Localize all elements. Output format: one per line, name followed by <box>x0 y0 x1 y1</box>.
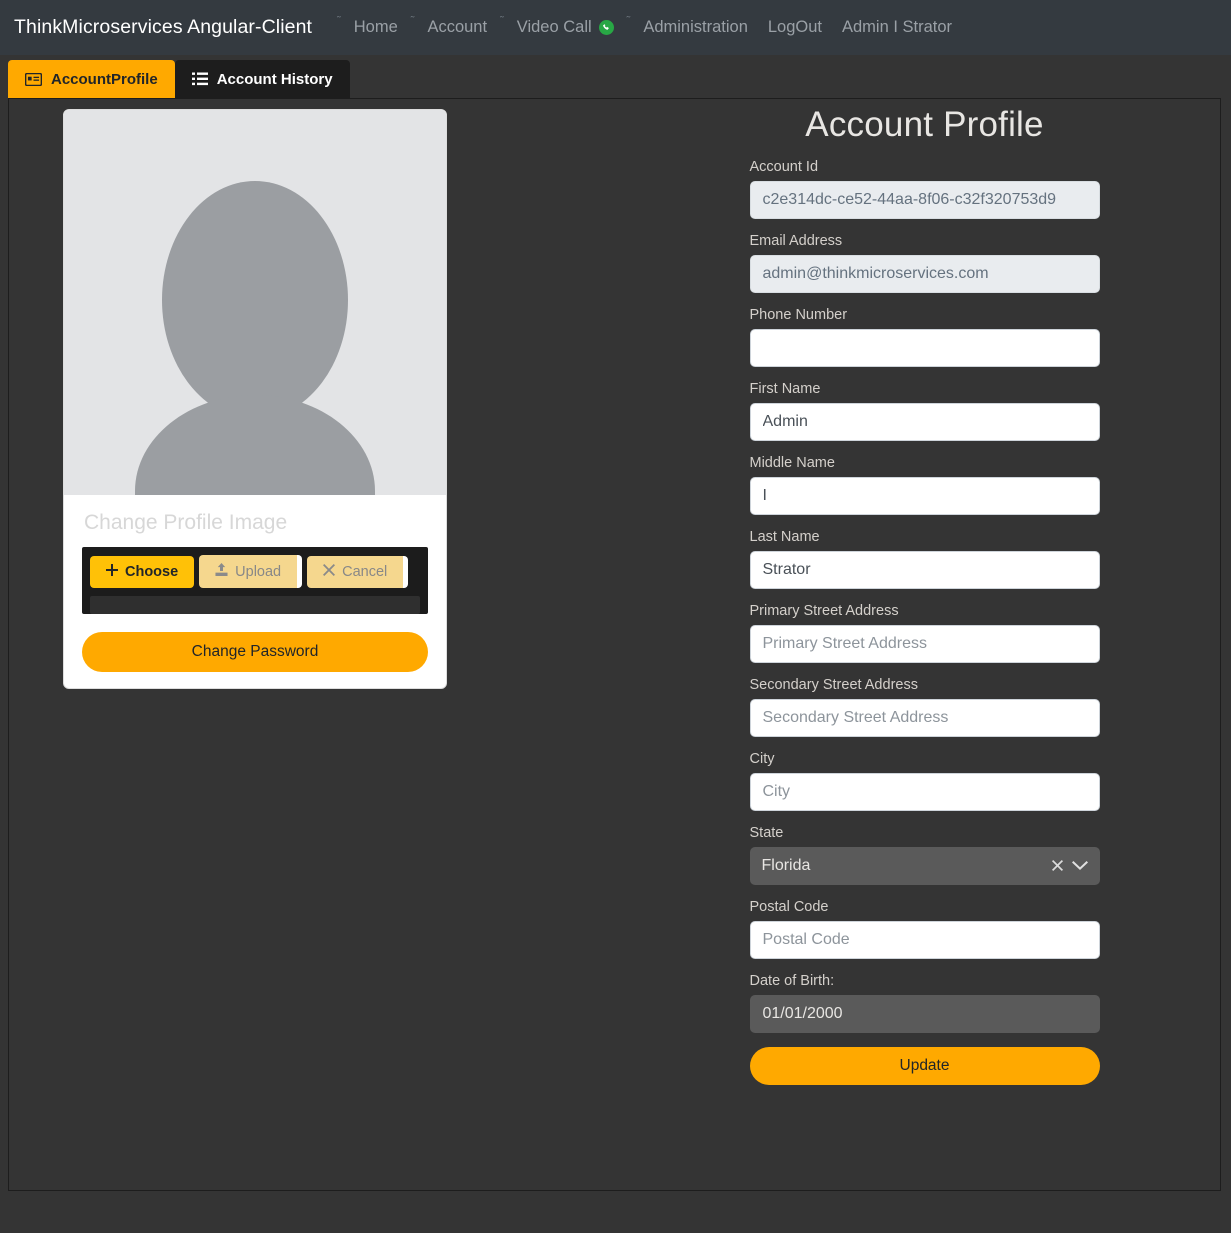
field-label: Date of Birth: <box>750 973 1100 989</box>
field-label: Account Id <box>750 159 1100 175</box>
field-secondary-street-address: Secondary Street Address <box>750 677 1100 737</box>
field-label: Secondary Street Address <box>750 677 1100 693</box>
chevron-down-icon[interactable] <box>1072 861 1088 871</box>
last-name-input[interactable] <box>750 551 1100 589</box>
default-avatar-silhouette <box>77 110 433 495</box>
field-date-of-birth: Date of Birth: <box>750 973 1100 1033</box>
tab-bar: AccountProfile Account History <box>0 55 1231 98</box>
upload-dropzone[interactable] <box>90 596 420 614</box>
phone-number-input[interactable] <box>750 329 1100 367</box>
postal-code-input[interactable] <box>750 921 1100 959</box>
field-label: State <box>750 825 1100 841</box>
field-label: Last Name <box>750 529 1100 545</box>
nav-link-home[interactable]: Home <box>344 18 408 37</box>
primary-street-address-input[interactable] <box>750 625 1100 663</box>
field-label: City <box>750 751 1100 767</box>
profile-column: Change Profile Image Choose <box>9 99 629 1190</box>
field-primary-street-address: Primary Street Address <box>750 603 1100 663</box>
nav-current-user: Admin I Strator <box>832 18 962 37</box>
app-brand: ThinkMicroservices Angular-Client <box>14 16 312 39</box>
nav-separator: ˜ <box>408 15 418 27</box>
field-label: Email Address <box>750 233 1100 249</box>
profile-card-body: Change Profile Image Choose <box>64 495 446 688</box>
list-icon <box>192 72 208 86</box>
field-middle-name: Middle Name <box>750 455 1100 515</box>
nav-link-account[interactable]: Account <box>417 18 497 37</box>
plus-icon <box>106 564 118 580</box>
state-select-value: Florida <box>762 857 1048 875</box>
nav-link-label: Administration <box>643 18 748 37</box>
nav-link-label: Account <box>427 18 487 37</box>
nav-link-video-call[interactable]: Video Call <box>507 18 624 37</box>
nav-separator: ˜ <box>334 15 344 27</box>
nav-links: ˜ Home ˜ Account ˜ Video Call ˜ Administ… <box>334 18 962 37</box>
tab-account-profile[interactable]: AccountProfile <box>8 60 175 98</box>
field-label: Postal Code <box>750 899 1100 915</box>
field-state: State Florida <box>750 825 1100 885</box>
cancel-upload-button[interactable]: Cancel <box>307 556 408 588</box>
tab-account-history[interactable]: Account History <box>175 60 350 98</box>
nav-link-label: Video Call <box>517 18 592 37</box>
uploader-buttons: Choose Upload Cancel <box>90 555 420 588</box>
nav-link-label: Home <box>354 18 398 37</box>
tab-label: Account History <box>217 71 333 88</box>
nav-link-administration[interactable]: Administration <box>633 18 758 37</box>
field-phone-number: Phone Number <box>750 307 1100 367</box>
cancel-label: Cancel <box>342 564 387 580</box>
id-card-icon <box>25 73 42 86</box>
choose-label: Choose <box>125 564 178 580</box>
image-uploader: Choose Upload Cancel <box>82 547 428 614</box>
date-of-birth-input[interactable] <box>750 995 1100 1033</box>
nav-link-label: LogOut <box>768 18 822 37</box>
secondary-street-address-input[interactable] <box>750 699 1100 737</box>
times-icon <box>323 564 335 580</box>
change-profile-image-title: Change Profile Image <box>84 511 428 535</box>
update-button[interactable]: Update <box>750 1047 1100 1085</box>
upload-label: Upload <box>235 564 281 580</box>
tab-label: AccountProfile <box>51 71 158 88</box>
profile-card: Change Profile Image Choose <box>63 109 447 689</box>
nav-link-logout[interactable]: LogOut <box>758 18 832 37</box>
state-select[interactable]: Florida <box>750 847 1100 885</box>
change-password-button[interactable]: Change Password <box>82 632 428 672</box>
tab-panel-account-profile: Change Profile Image Choose <box>8 98 1221 1191</box>
choose-file-button[interactable]: Choose <box>90 556 194 588</box>
clear-state-icon[interactable] <box>1048 858 1072 875</box>
field-label: Phone Number <box>750 307 1100 323</box>
nav-current-user-label: Admin I Strator <box>842 18 952 37</box>
field-label: Middle Name <box>750 455 1100 471</box>
field-first-name: First Name <box>750 381 1100 441</box>
account-id-input <box>750 181 1100 219</box>
field-account-id: Account Id <box>750 159 1100 219</box>
field-last-name: Last Name <box>750 529 1100 589</box>
account-form-column: Account Profile Account Id Email Address… <box>629 99 1220 1190</box>
top-navbar: ThinkMicroservices Angular-Client ˜ Home… <box>0 0 1231 55</box>
avatar <box>64 110 446 495</box>
first-name-input[interactable] <box>750 403 1100 441</box>
city-input[interactable] <box>750 773 1100 811</box>
nav-separator: ˜ <box>624 15 634 27</box>
account-profile-form: Account Id Email Address Phone Number Fi… <box>750 159 1100 1085</box>
page-title: Account Profile <box>629 105 1220 145</box>
field-city: City <box>750 751 1100 811</box>
upload-icon <box>215 563 228 580</box>
phone-icon <box>599 20 614 35</box>
nav-separator: ˜ <box>497 15 507 27</box>
field-postal-code: Postal Code <box>750 899 1100 959</box>
field-email-address: Email Address <box>750 233 1100 293</box>
middle-name-input[interactable] <box>750 477 1100 515</box>
field-label: Primary Street Address <box>750 603 1100 619</box>
email-address-input <box>750 255 1100 293</box>
field-label: First Name <box>750 381 1100 397</box>
upload-button[interactable]: Upload <box>199 555 302 588</box>
